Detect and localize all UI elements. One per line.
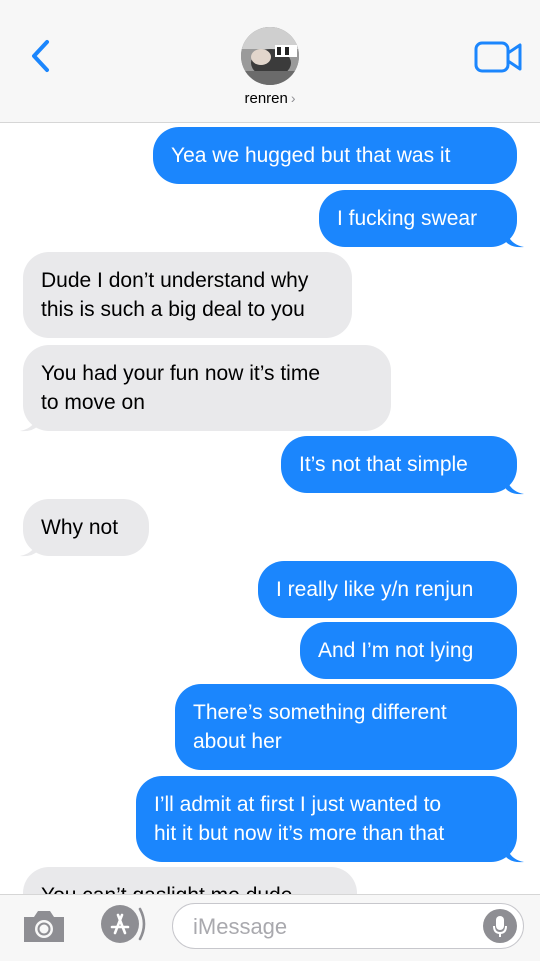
video-camera-icon [474,41,522,73]
chevron-left-icon [32,40,49,72]
contact-avatar[interactable] [241,27,299,85]
bubble-tail [506,228,524,248]
app-store-icon [101,905,146,943]
conversation-header: renren › [0,0,540,123]
message-thread[interactable]: Yea we hugged but that was it I fucking … [0,122,540,894]
app-store-button[interactable] [96,903,150,945]
facetime-video-button[interactable] [474,40,524,74]
microphone-icon [493,916,507,937]
compose-bar [0,894,540,961]
back-button[interactable] [22,34,58,78]
message-bubble-incoming[interactable]: You can’t gaslight me dude [23,867,357,894]
message-bubble-outgoing[interactable]: And I’m not lying [300,622,517,679]
message-bubble-outgoing[interactable]: I’ll admit at first I just wanted to hit… [136,776,517,862]
message-input[interactable] [191,910,475,944]
contact-name: renren [244,90,288,107]
message-bubble-outgoing[interactable]: Yea we hugged but that was it [153,127,517,184]
message-bubble-incoming[interactable]: Why not [23,499,149,556]
message-bubble-outgoing[interactable]: There’s something different about her [175,684,517,770]
bubble-tail [506,843,524,863]
message-input-field[interactable] [172,903,524,949]
contact-name-row[interactable]: renren › [0,90,540,107]
bubble-tail [20,412,38,432]
camera-icon [24,911,64,942]
bubble-tail [506,475,524,495]
message-bubble-outgoing[interactable]: I fucking swear [319,190,517,247]
bubble-tail [20,537,38,557]
message-bubble-incoming[interactable]: You had your fun now it’s time to move o… [23,345,391,431]
message-bubble-incoming[interactable]: Dude I don’t understand why this is such… [23,252,352,338]
message-bubble-outgoing[interactable]: I really like y/n renjun [258,561,517,618]
avatar-photo [241,27,299,85]
message-bubble-outgoing[interactable]: It’s not that simple [281,436,517,493]
chevron-right-icon: › [290,90,296,106]
camera-button[interactable] [20,907,68,945]
dictation-button[interactable] [483,909,517,943]
